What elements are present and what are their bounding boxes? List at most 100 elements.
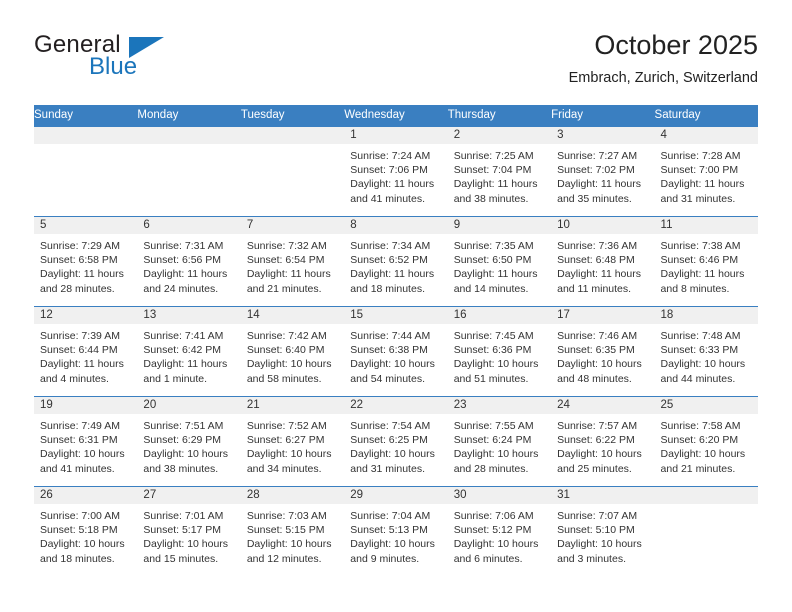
- sunset-time: Sunset: 5:10 PM: [557, 524, 635, 537]
- daylight-line-1: Daylight: 10 hours: [143, 538, 229, 551]
- calendar-day-cell[interactable]: 21 Sunrise: 7:52 AM Sunset: 6:27 PM Dayligh…: [240, 396, 345, 487]
- calendar-day-cell[interactable]: 11 Sunrise: 7:38 AM Sunset: 6:46 PM Dayligh…: [654, 216, 758, 307]
- sunset-time: Sunset: 6:38 PM: [350, 344, 428, 357]
- calendar-day-cell[interactable]: 20 Sunrise: 7:51 AM Sunset: 6:29 PM Dayligh…: [137, 396, 241, 487]
- day-number: 2: [447, 127, 552, 144]
- calendar-day-cell[interactable]: 29 Sunrise: 7:04 AM Sunset: 5:13 PM Dayligh…: [344, 486, 448, 577]
- calendar-day-cell[interactable]: 6 Sunrise: 7:31 AM Sunset: 6:56 PM Daylight…: [137, 216, 241, 307]
- sunrise-time: Sunrise: 7:36 AM: [557, 240, 638, 252]
- daylight-line-2: and 28 minutes.: [453, 462, 529, 475]
- sunset-time: Sunset: 7:04 PM: [453, 164, 532, 177]
- sunrise-time: Sunrise: 7:35 AM: [453, 240, 534, 252]
- day-details: Sunrise: 7:27 AM Sunset: 7:02 PM Daylight:…: [551, 144, 654, 206]
- calendar-day-cell[interactable]: 23 Sunrise: 7:55 AM Sunset: 6:24 PM Dayligh…: [447, 396, 552, 487]
- daylight-line-2: and 24 minutes.: [143, 282, 219, 295]
- calendar-day-cell[interactable]: 9 Sunrise: 7:35 AM Sunset: 6:50 PM Daylight…: [447, 216, 552, 307]
- sunset-time: Sunset: 6:56 PM: [143, 254, 222, 267]
- calendar-day-cell[interactable]: 5 Sunrise: 7:29 AM Sunset: 6:58 PM Daylight…: [34, 216, 138, 307]
- calendar-day-cell[interactable]: 12 Sunrise: 7:39 AM Sunset: 6:44 PM Dayligh…: [34, 306, 138, 397]
- calendar-week-row: 26 Sunrise: 7:00 AM Sunset: 5:18 PM Dayligh…: [34, 486, 758, 577]
- sunset-time: Sunset: 6:46 PM: [660, 254, 739, 267]
- calendar-day-cell[interactable]: 27 Sunrise: 7:01 AM Sunset: 5:17 PM Dayligh…: [137, 486, 241, 577]
- day-number: [240, 127, 345, 144]
- day-number: [34, 127, 138, 144]
- day-details: Sunrise: 7:24 AM Sunset: 7:06 PM Daylight:…: [344, 144, 447, 206]
- general-blue-logo[interactable]: General Blue: [34, 32, 264, 92]
- day-details: Sunrise: 7:52 AM Sunset: 6:27 PM Daylight:…: [241, 414, 344, 476]
- daylight-line-1: Daylight: 11 hours: [660, 178, 745, 191]
- daylight-line-2: and 41 minutes.: [350, 192, 425, 205]
- calendar-day-cell[interactable]: 16 Sunrise: 7:45 AM Sunset: 6:36 PM Dayligh…: [447, 306, 552, 397]
- sunset-time: Sunset: 6:40 PM: [246, 344, 325, 357]
- sunrise-time: Sunrise: 7:44 AM: [350, 330, 431, 342]
- day-number: 27: [137, 487, 241, 504]
- calendar-day-cell[interactable]: 19 Sunrise: 7:49 AM Sunset: 6:31 PM Dayligh…: [34, 396, 138, 487]
- calendar-day-cell[interactable]: 25 Sunrise: 7:58 AM Sunset: 6:20 PM Dayligh…: [654, 396, 758, 487]
- calendar-day-cell[interactable]: 13 Sunrise: 7:41 AM Sunset: 6:42 PM Dayligh…: [137, 306, 241, 397]
- calendar-day-cell[interactable]: 17 Sunrise: 7:46 AM Sunset: 6:35 PM Dayligh…: [551, 306, 655, 397]
- daylight-line-2: and 48 minutes.: [557, 372, 632, 385]
- calendar-day-cell[interactable]: 24 Sunrise: 7:57 AM Sunset: 6:22 PM Dayligh…: [551, 396, 655, 487]
- calendar-day-cell[interactable]: 4 Sunrise: 7:28 AM Sunset: 7:00 PM Daylight…: [654, 126, 758, 217]
- day-details: Sunrise: 7:39 AM Sunset: 6:44 PM Daylight:…: [34, 324, 137, 386]
- title-block: October 2025 Embrach, Zurich, Switzerlan…: [569, 28, 758, 87]
- weekday-header-monday: Monday: [137, 105, 241, 127]
- calendar-day-cell[interactable]: 31 Sunrise: 7:07 AM Sunset: 5:10 PM Dayligh…: [551, 486, 655, 577]
- day-details: Sunrise: 7:41 AM Sunset: 6:42 PM Daylight:…: [137, 324, 240, 386]
- sunset-time: Sunset: 6:20 PM: [660, 434, 739, 447]
- calendar-day-cell[interactable]: 28 Sunrise: 7:03 AM Sunset: 5:15 PM Dayligh…: [240, 486, 345, 577]
- daylight-line-1: Daylight: 10 hours: [350, 448, 435, 461]
- day-details: Sunrise: 7:25 AM Sunset: 7:04 PM Daylight:…: [448, 144, 551, 206]
- calendar-day-cell[interactable]: 8 Sunrise: 7:34 AM Sunset: 6:52 PM Daylight…: [344, 216, 448, 307]
- daylight-line-1: Daylight: 11 hours: [453, 268, 538, 281]
- daylight-line-1: Daylight: 10 hours: [453, 538, 539, 551]
- day-number: 13: [137, 307, 241, 324]
- calendar-day-cell[interactable]: 7 Sunrise: 7:32 AM Sunset: 6:54 PM Daylight…: [240, 216, 345, 307]
- calendar-day-cell[interactable]: 26 Sunrise: 7:00 AM Sunset: 5:18 PM Dayligh…: [34, 486, 138, 577]
- daylight-line-1: Daylight: 10 hours: [557, 358, 642, 371]
- calendar-day-cell[interactable]: 2 Sunrise: 7:25 AM Sunset: 7:04 PM Daylight…: [447, 126, 552, 217]
- sunset-time: Sunset: 6:31 PM: [40, 434, 118, 447]
- daylight-line-1: Daylight: 10 hours: [40, 448, 125, 461]
- calendar-day-cell[interactable]: 1 Sunrise: 7:24 AM Sunset: 7:06 PM Daylight…: [344, 126, 448, 217]
- daylight-line-2: and 35 minutes.: [557, 192, 632, 205]
- day-number: 23: [447, 397, 552, 414]
- day-number: 25: [654, 397, 758, 414]
- sunrise-time: Sunrise: 7:52 AM: [246, 420, 327, 432]
- weekday-header-wednesday: Wednesday: [344, 105, 448, 127]
- calendar-day-cell[interactable]: 22 Sunrise: 7:54 AM Sunset: 6:25 PM Dayligh…: [344, 396, 448, 487]
- weekday-header-thursday: Thursday: [447, 105, 552, 127]
- sunrise-time: Sunrise: 7:38 AM: [660, 240, 741, 252]
- day-number: 14: [240, 307, 345, 324]
- day-number: 9: [447, 217, 552, 234]
- day-number: [137, 127, 241, 144]
- location-subtitle: Embrach, Zurich, Switzerland: [568, 70, 758, 86]
- calendar-page: General Blue October 2025 Embrach, Zuric…: [0, 0, 792, 612]
- day-details: Sunrise: 7:28 AM Sunset: 7:00 PM Daylight:…: [655, 144, 758, 206]
- calendar-day-cell[interactable]: 18 Sunrise: 7:48 AM Sunset: 6:33 PM Dayligh…: [654, 306, 758, 397]
- day-details: Sunrise: 7:46 AM Sunset: 6:35 PM Daylight:…: [551, 324, 654, 386]
- sunrise-time: Sunrise: 7:00 AM: [40, 510, 120, 522]
- calendar-day-cell[interactable]: 10 Sunrise: 7:36 AM Sunset: 6:48 PM Dayligh…: [551, 216, 655, 307]
- weekday-header-sunday: Sunday: [34, 105, 138, 127]
- weekday-header-saturday: Saturday: [654, 105, 758, 127]
- sunset-time: Sunset: 6:24 PM: [453, 434, 532, 447]
- day-number: 29: [344, 487, 448, 504]
- sunset-time: Sunset: 6:35 PM: [557, 344, 635, 357]
- calendar-day-cell[interactable]: 30 Sunrise: 7:06 AM Sunset: 5:12 PM Dayligh…: [447, 486, 552, 577]
- day-details: Sunrise: 7:57 AM Sunset: 6:22 PM Daylight:…: [551, 414, 654, 476]
- sunrise-time: Sunrise: 7:07 AM: [557, 510, 638, 522]
- day-details: Sunrise: 7:44 AM Sunset: 6:38 PM Daylight:…: [344, 324, 447, 386]
- day-details: Sunrise: 7:32 AM Sunset: 6:54 PM Daylight:…: [241, 234, 344, 296]
- daylight-line-2: and 38 minutes.: [143, 462, 219, 475]
- weekday-header-tuesday: Tuesday: [240, 105, 345, 127]
- daylight-line-1: Daylight: 10 hours: [143, 448, 229, 461]
- calendar-day-cell[interactable]: 15 Sunrise: 7:44 AM Sunset: 6:38 PM Dayligh…: [344, 306, 448, 397]
- daylight-line-2: and 25 minutes.: [557, 462, 632, 475]
- calendar-day-cell[interactable]: 14 Sunrise: 7:42 AM Sunset: 6:40 PM Dayligh…: [240, 306, 345, 397]
- calendar-day-cell[interactable]: 3 Sunrise: 7:27 AM Sunset: 7:02 PM Daylight…: [551, 126, 655, 217]
- sunrise-time: Sunrise: 7:41 AM: [143, 330, 224, 342]
- sunset-time: Sunset: 6:33 PM: [660, 344, 739, 357]
- sunset-time: Sunset: 6:42 PM: [143, 344, 222, 357]
- day-number: 26: [34, 487, 138, 504]
